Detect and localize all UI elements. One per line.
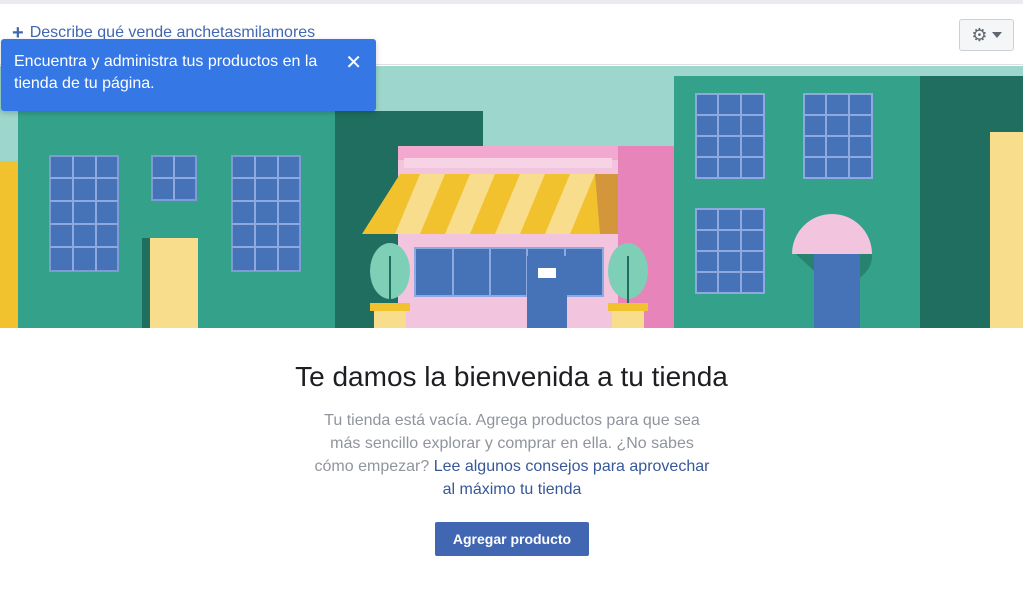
welcome-description: Tu tienda está vacía. Agrega productos p… [312,409,712,501]
tips-link[interactable]: Lee algunos consejos para aprovechar al … [434,458,710,498]
tooltip-text: Encuentra y administra tus productos en … [14,53,318,92]
chevron-down-icon [991,32,1002,38]
welcome-title: Te damos la bienvenida a tu tienda [295,361,728,392]
add-product-button[interactable]: Agregar producto [435,522,589,556]
shop-page: + Describe qué vende anchetasmilamores ⚙ [0,0,1023,597]
settings-button[interactable]: ⚙ [959,19,1014,51]
close-icon[interactable]: ✕ [345,53,362,73]
gear-icon: ⚙ [971,25,988,45]
shop-tip-tooltip: Encuentra y administra tus productos en … [1,39,376,111]
